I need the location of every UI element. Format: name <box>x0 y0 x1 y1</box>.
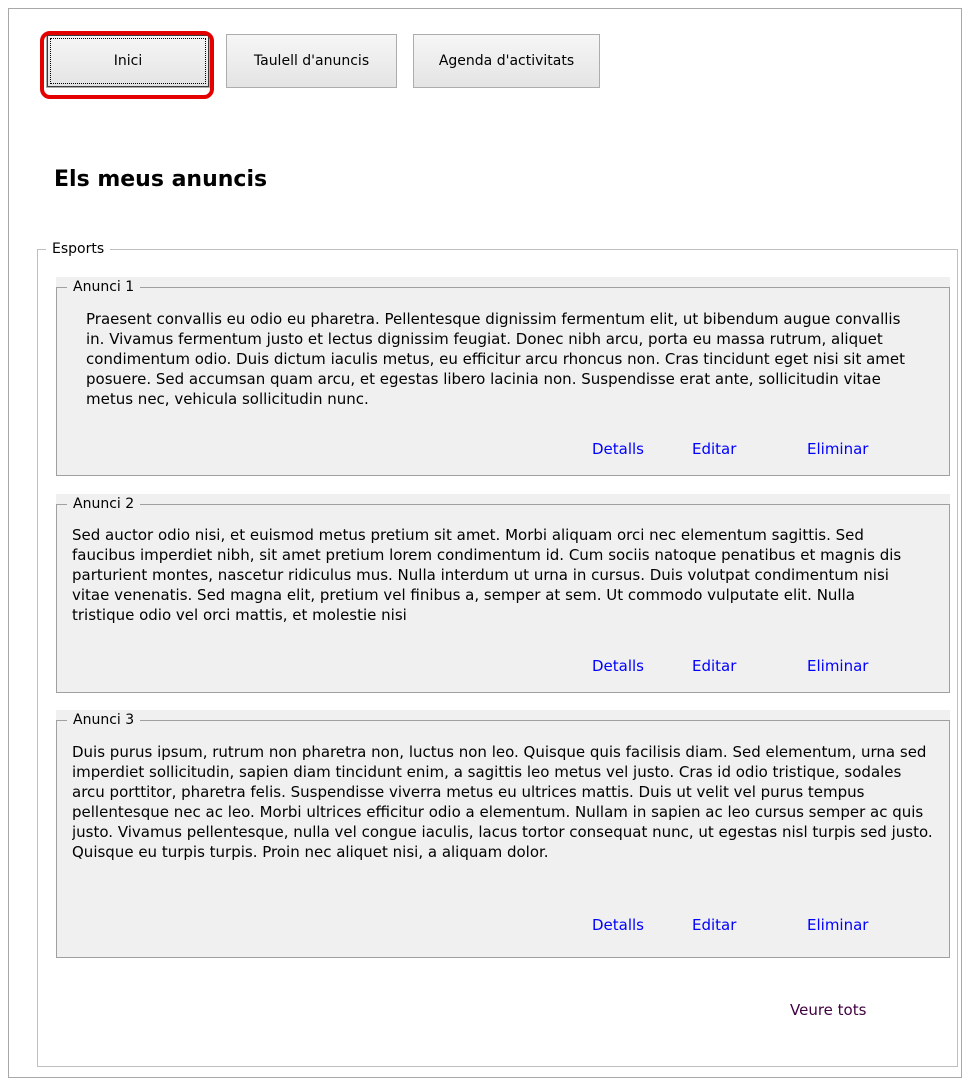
group-legend: Esports <box>46 240 111 258</box>
delete-link[interactable]: Eliminar <box>807 916 868 934</box>
edit-link[interactable]: Editar <box>692 916 736 934</box>
home-button[interactable]: Inici <box>46 34 210 88</box>
ad-title: Anunci 3 <box>67 711 141 729</box>
see-all-link[interactable]: Veure tots <box>790 1001 866 1019</box>
ad-title: Anunci 2 <box>67 495 141 513</box>
board-button-label: Taulell d'anuncis <box>253 53 370 69</box>
ad-title: Anunci 1 <box>67 278 141 296</box>
page-title: Els meus anuncis <box>54 167 268 192</box>
delete-link[interactable]: Eliminar <box>807 657 868 675</box>
ad-card-2: Anunci 2 Sed auctor odio nisi, et euismo… <box>56 494 950 693</box>
activities-button[interactable]: Agenda d'activitats <box>413 34 600 88</box>
details-link[interactable]: Detalls <box>592 916 644 934</box>
details-link[interactable]: Detalls <box>592 440 644 458</box>
details-link[interactable]: Detalls <box>592 657 644 675</box>
home-button-label: Inici <box>113 53 143 69</box>
ad-text: Praesent convallis eu odio eu pharetra. … <box>86 310 906 408</box>
ad-card-1: Anunci 1 Praesent convallis eu odio eu p… <box>56 277 950 476</box>
board-button[interactable]: Taulell d'anuncis <box>226 34 397 88</box>
ad-card-3: Anunci 3 Duis purus ipsum, rutrum non ph… <box>56 710 950 958</box>
ad-text: Sed auctor odio nisi, et euismod metus p… <box>72 526 902 624</box>
activities-button-label: Agenda d'activitats <box>438 53 575 69</box>
edit-link[interactable]: Editar <box>692 440 736 458</box>
ad-text: Duis purus ipsum, rutrum non pharetra no… <box>72 743 933 861</box>
edit-link[interactable]: Editar <box>692 657 736 675</box>
delete-link[interactable]: Eliminar <box>807 440 868 458</box>
